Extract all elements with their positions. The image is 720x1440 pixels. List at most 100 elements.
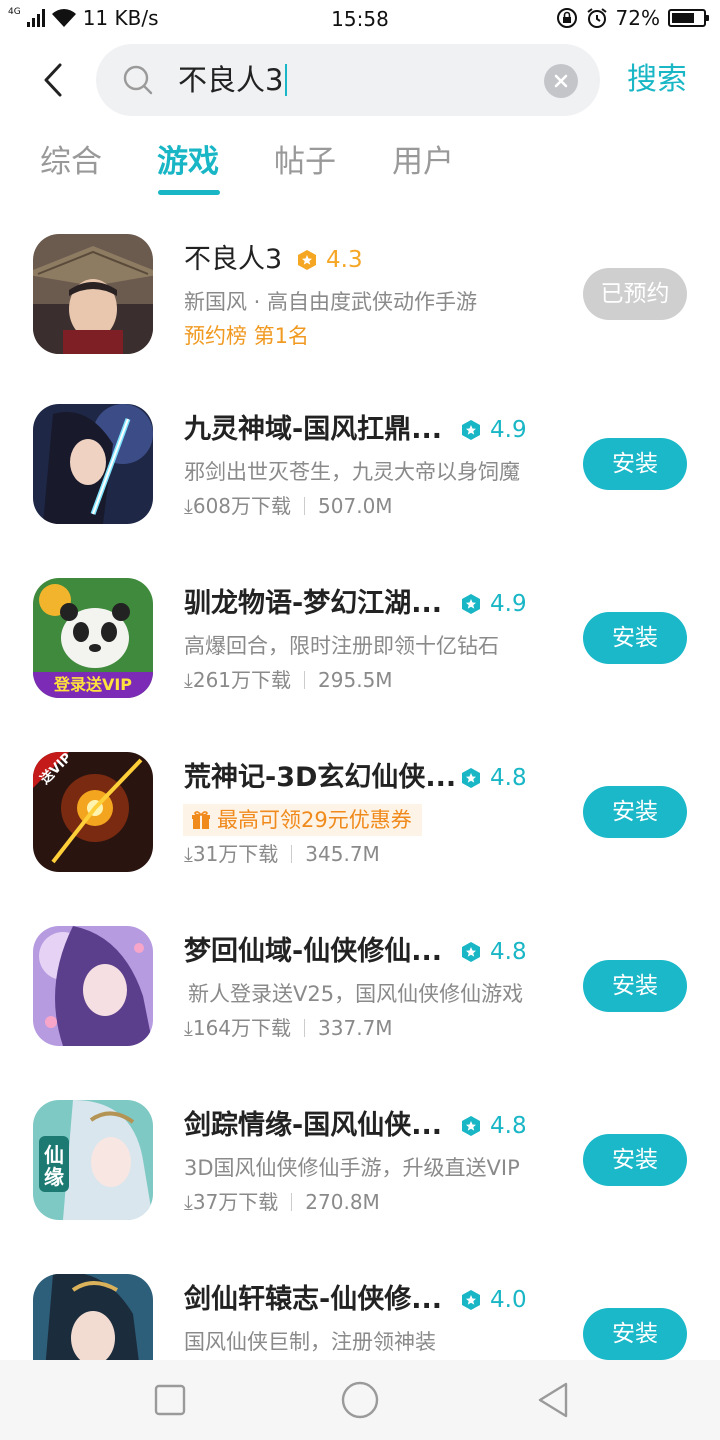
divider <box>291 845 293 863</box>
teal-hexagon-star-icon <box>462 594 480 614</box>
app-description: 新人登录送V25，国风仙侠修仙游戏 <box>188 982 524 1006</box>
battery-percent: 72% <box>615 6 660 30</box>
app-name[interactable]: 剑踪情缘-国风仙侠... <box>184 1108 442 1144</box>
tab-general[interactable]: 综合 <box>40 142 102 182</box>
download-arrow-icon: ⤓ <box>184 1190 193 1214</box>
download-arrow-icon: ⤓ <box>184 668 193 692</box>
status-bar: 4G 11 KB/s 15:58 72% <box>0 0 720 38</box>
tab-posts[interactable]: 帖子 <box>274 142 336 182</box>
coupon-text: 最高可领29元优惠券 <box>217 808 412 832</box>
app-name[interactable]: 剑仙轩辕志-仙侠修... <box>184 1282 442 1318</box>
download-count: 164万下载 <box>192 1016 292 1040</box>
install-button[interactable]: 安装 <box>583 786 687 838</box>
app-name[interactable]: 梦回仙域-仙侠修仙... <box>184 934 442 970</box>
download-arrow-icon: ⤓ <box>184 842 193 866</box>
app-name[interactable]: 不良人3 <box>184 242 282 278</box>
app-size: 345.7M <box>305 842 380 866</box>
rating-value: 4.8 <box>490 1113 527 1139</box>
app-meta: ⤓ 31万下载 345.7M <box>184 840 380 868</box>
install-button[interactable]: 安装 <box>583 960 687 1012</box>
rating-value: 4.8 <box>490 939 527 965</box>
app-icon-menghuixianyu[interactable] <box>33 926 153 1046</box>
app-description: 邪剑出世灭苍生，九灵大帝以身饲魔 <box>184 460 520 484</box>
divider <box>304 497 306 515</box>
app-rating: 4.3 <box>296 246 363 274</box>
download-arrow-icon: ⤓ <box>184 1016 193 1040</box>
app-meta: ⤓ 164万下载 337.7M <box>184 1014 393 1042</box>
app-description: 高爆回合，限时注册即领十亿钻石 <box>184 634 499 658</box>
download-count: 37万下载 <box>192 1190 279 1214</box>
gold-hexagon-star-icon <box>298 250 316 270</box>
search-submit-button[interactable]: 搜索 <box>627 60 687 100</box>
search-input[interactable]: 不良人3 <box>178 58 518 102</box>
search-row: 不良人3 搜索 <box>0 44 720 116</box>
app-rating: 4.9 <box>460 590 527 618</box>
search-box[interactable]: 不良人3 <box>96 44 600 116</box>
reserved-button[interactable]: 已预约 <box>583 268 687 320</box>
battery-fill <box>672 13 694 23</box>
app-size: 295.5M <box>318 668 393 692</box>
app-icon-huangshenji[interactable]: 送VIP <box>33 752 153 872</box>
square-recent-icon[interactable] <box>150 1380 190 1420</box>
tab-users[interactable]: 用户 <box>392 142 454 182</box>
battery-icon <box>668 9 709 27</box>
divider <box>304 1019 306 1037</box>
install-button[interactable]: 安装 <box>583 438 687 490</box>
app-icon-xunlongwuyu[interactable]: 登录送VIP <box>33 578 153 698</box>
app-meta: ⤓ 261万下载 295.5M <box>184 666 393 694</box>
rating-value: 4.0 <box>490 1287 527 1313</box>
alarm-clock-icon <box>586 8 607 28</box>
app-rating: 4.9 <box>460 416 527 444</box>
triangle-back-icon[interactable] <box>534 1380 574 1420</box>
download-count: 261万下载 <box>192 668 292 692</box>
app-rating: 4.0 <box>460 1286 527 1314</box>
app-icon-jianzongqingyuan[interactable]: 仙缘 <box>33 1100 153 1220</box>
rating-value: 4.9 <box>490 591 527 617</box>
app-rating: 4.8 <box>460 1112 527 1140</box>
list-item[interactable]: 不良人3 4.3 新国风 · 高自由度武侠动作手游 预约榜 第1名 已预约 <box>0 232 720 356</box>
rating-value: 4.9 <box>490 417 527 443</box>
app-name[interactable]: 荒神记-3D玄幻仙侠... <box>184 760 456 796</box>
list-item[interactable]: 梦回仙域-仙侠修仙... 4.8 新人登录送V25，国风仙侠修仙游戏 ⤓ 164… <box>0 924 720 1048</box>
app-size: 270.8M <box>305 1190 380 1214</box>
icon-badge: 登录送VIP <box>53 675 133 694</box>
list-item[interactable]: 九灵神域-国风扛鼎... 4.9 邪剑出世灭苍生，九灵大帝以身饲魔 ⤓ 608万… <box>0 402 720 526</box>
install-button[interactable]: 安装 <box>583 1134 687 1186</box>
category-tabs: 综合 游戏 帖子 用户 <box>0 142 720 198</box>
app-rating: 4.8 <box>460 764 527 792</box>
install-button[interactable]: 安装 <box>583 612 687 664</box>
list-item[interactable]: 送VIP 荒神记-3D玄幻仙侠... 4.8 最高可领29元优惠券 ⤓ 31万下… <box>0 750 720 874</box>
download-count: 31万下载 <box>192 842 279 866</box>
install-button[interactable]: 安装 <box>583 1308 687 1360</box>
coupon-badge[interactable]: 最高可领29元优惠券 <box>183 804 422 836</box>
app-name[interactable]: 九灵神域-国风扛鼎... <box>184 412 442 448</box>
app-icon-jiulingshenyu[interactable] <box>33 404 153 524</box>
teal-hexagon-star-icon <box>462 768 480 788</box>
back-arrow-icon[interactable] <box>34 60 74 100</box>
app-meta: ⤓ 37万下载 270.8M <box>184 1188 380 1216</box>
app-name[interactable]: 驯龙物语-梦幻江湖... <box>184 586 442 622</box>
clear-search-button[interactable] <box>544 64 578 98</box>
tab-games[interactable]: 游戏 <box>157 142 219 182</box>
search-query: 不良人3 <box>178 63 284 97</box>
system-nav-bar <box>0 1360 720 1440</box>
download-count: 608万下载 <box>192 494 292 518</box>
rating-value: 4.8 <box>490 765 527 791</box>
circle-home-icon[interactable] <box>340 1380 380 1420</box>
app-icon-buliangren3[interactable] <box>33 234 153 354</box>
list-item[interactable]: 仙缘 剑踪情缘-国风仙侠... 4.8 3D国风仙侠修仙手游，升级直送VIP ⤓… <box>0 1098 720 1222</box>
list-item[interactable]: 登录送VIP 驯龙物语-梦幻江湖... 4.9 高爆回合，限时注册即领十亿钻石 … <box>0 576 720 700</box>
text-caret <box>285 64 288 96</box>
download-arrow-icon: ⤓ <box>184 494 193 518</box>
teal-hexagon-star-icon <box>462 1290 480 1310</box>
app-description: 3D国风仙侠修仙手游，升级直送VIP <box>184 1156 520 1180</box>
search-icon <box>123 65 153 95</box>
app-size: 507.0M <box>318 494 393 518</box>
app-rating: 4.8 <box>460 938 527 966</box>
rotation-lock-icon <box>556 8 577 28</box>
icon-badge: 仙缘 <box>44 1143 64 1189</box>
divider <box>291 1193 293 1211</box>
teal-hexagon-star-icon <box>462 1116 480 1136</box>
gift-icon <box>192 811 210 829</box>
close-icon <box>554 74 568 88</box>
